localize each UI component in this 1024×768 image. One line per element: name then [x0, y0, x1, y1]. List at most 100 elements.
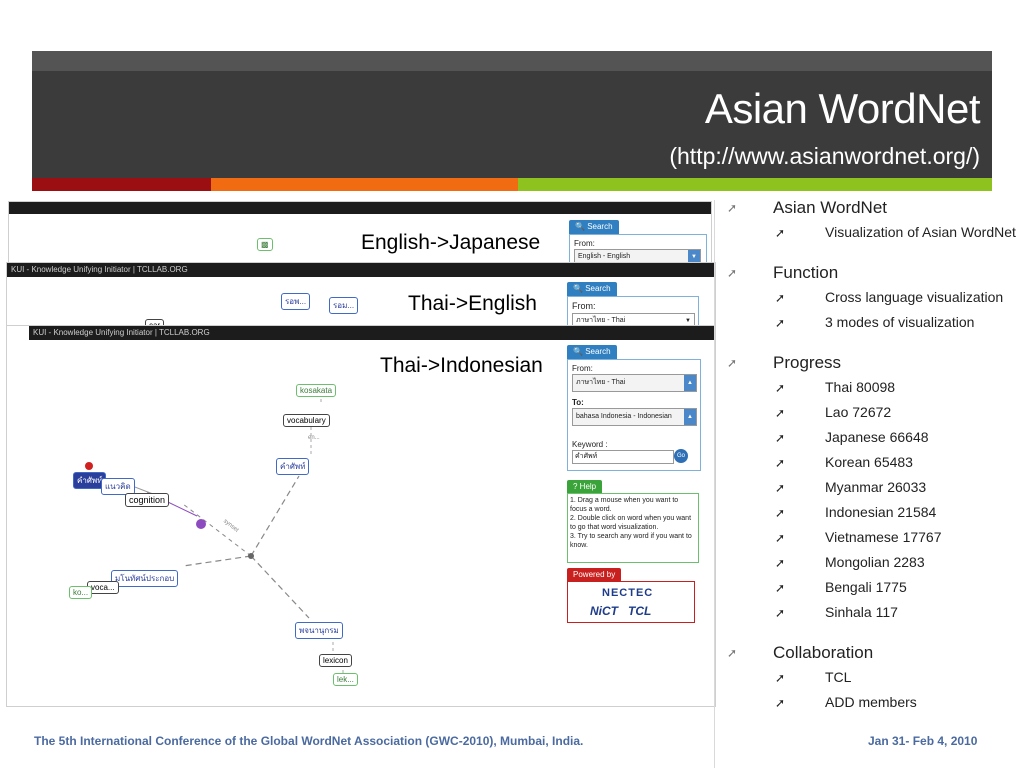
nectec-logo: NECTEC: [602, 587, 654, 599]
search-tab[interactable]: 🔍 Search: [569, 220, 619, 234]
bullet-level2: ➚ Thai 80098: [775, 379, 896, 395]
help-tab[interactable]: ? Help: [567, 480, 603, 494]
nict-logo: NiCT: [590, 604, 618, 618]
arrow-bullet-icon: ➚: [775, 456, 786, 470]
graph-node[interactable]: คำศัพท์: [276, 458, 310, 475]
bullet-level2: ➚ Myanmar 26033: [775, 479, 927, 495]
bullet-level2: ➚ ADD members: [775, 694, 917, 710]
help-line: 1. Drag a mouse when you want to focus a…: [570, 497, 679, 513]
arrow-bullet-icon: ➚: [775, 506, 786, 520]
arrow-bullet-icon: ➚: [775, 316, 786, 330]
arrow-bullet-icon: ➚: [775, 556, 786, 570]
graph-node[interactable]: รอพ...: [281, 293, 311, 310]
bullet-level2: ➚ Indonesian 21584: [775, 504, 937, 520]
bullet-level2: ➚ Mongolian 2283: [775, 554, 925, 570]
from-select[interactable]: ภาษาไทย - Thai ▲ ▼: [572, 374, 697, 402]
bullet-level2: ➚ Japanese 66648: [775, 429, 929, 445]
powered-by-tab: Powered by: [567, 568, 622, 582]
arrow-bullet-icon: ➚: [727, 201, 738, 215]
screenshot-thai-indonesian: KUI - Knowledge Unifying Initiator | TCL…: [6, 325, 716, 707]
powered-by-panel: NECTEC NiCT TCL: [567, 581, 695, 623]
from-select-value: English - English: [578, 253, 631, 260]
from-label: From:: [574, 239, 595, 248]
slide-subtitle: (http://www.asianwordnet.org/): [669, 143, 980, 169]
bullet-level1: ➚ Function: [727, 263, 839, 282]
arrow-bullet-icon: ➚: [775, 381, 786, 395]
search-tab[interactable]: 🔍 Search: [567, 345, 617, 359]
arrow-bullet-icon: ➚: [775, 531, 786, 545]
accent-bar-orange: [211, 178, 518, 191]
arrow-bullet-icon: ➚: [775, 606, 786, 620]
help-panel: 1. Drag a mouse when you want to focus a…: [567, 493, 699, 563]
slide-header: Asian WordNet (http://www.asianwordnet.o…: [32, 71, 992, 178]
arrow-bullet-icon: ➚: [775, 406, 786, 420]
arrow-bullet-icon: ➚: [775, 431, 786, 445]
graph-node[interactable]: มโนทัศน์ประกอบ: [111, 570, 179, 587]
screenshot-label-thai-indonesian: Thai->Indonesian: [380, 354, 543, 378]
search-panel: From: ภาษาไทย - Thai ▲ ▼ To: bahasa Indon…: [567, 359, 701, 471]
bullet-group: ➚ Function ➚ Cross language visualization …: [725, 263, 1024, 331]
screenshot-titlebar: [9, 202, 711, 214]
arrow-bullet-icon: ➚: [775, 696, 786, 710]
bullet-level2: ➚ 3 modes of visualization: [775, 314, 975, 330]
screenshot-thai-english: KUI - Knowledge Unifying Initiator | TCL…: [6, 262, 716, 334]
graph-node-icon: ▩: [257, 238, 273, 251]
accent-bar-green: [518, 178, 992, 191]
bullet-level1: ➚ Collaboration: [727, 643, 874, 662]
bullet-level2: ➚ Visualization of Asian WordNet: [775, 224, 1016, 240]
from-label: From:: [572, 364, 593, 373]
slide-title: Asian WordNet: [704, 85, 981, 132]
bullet-level2: ➚ Sinhala 117: [775, 604, 898, 620]
go-button[interactable]: Go: [674, 449, 688, 463]
bullet-group: ➚ Collaboration ➚ TCL ➚ ADD members: [725, 643, 1024, 711]
bullet-group: ➚ Progress ➚ Thai 80098 ➚ Lao 72672 ➚ Japane…: [725, 353, 1024, 621]
to-select-value: bahasa Indonesia - Indonesian: [576, 413, 672, 420]
from-select-value: ภาษาไทย - Thai: [576, 379, 626, 386]
bullet-level1: ➚ Asian WordNet: [727, 198, 888, 217]
graph-node[interactable]: vocabulary: [283, 414, 330, 427]
graph-node[interactable]: cognition: [125, 493, 170, 507]
to-label: To:: [572, 398, 584, 407]
bullet-list: ➚ Asian WordNet ➚ Visualization of Asian W…: [725, 198, 1024, 733]
arrow-bullet-icon: ➚: [727, 266, 738, 280]
dropdown-arrow-icon: ▲ ▼: [684, 409, 696, 436]
screenshot-titlebar: KUI - Knowledge Unifying Initiator | TCL…: [7, 263, 715, 277]
bullet-group: ➚ Asian WordNet ➚ Visualization of Asian W…: [725, 198, 1024, 241]
to-select[interactable]: bahasa Indonesia - Indonesian ▲ ▼: [572, 408, 697, 436]
bullet-level1: ➚ Progress: [727, 353, 842, 372]
search-panel: From: English - English ▼: [569, 234, 707, 262]
arrow-bullet-icon: ➚: [775, 481, 786, 495]
accent-bar-red: [32, 178, 211, 191]
graph-node[interactable]: kosakata: [296, 384, 337, 397]
arrow-bullet-icon: ➚: [775, 581, 786, 595]
bullet-level2: ➚ Vietnamese 17767: [775, 529, 942, 545]
bullet-level2: ➚ Korean 65483: [775, 454, 913, 470]
help-line: 2. Double click on word when you want to…: [570, 515, 692, 531]
bullet-level2: ➚ TCL: [775, 669, 852, 685]
screenshot-label-thai-english: Thai->English: [408, 292, 537, 316]
arrow-bullet-icon: ➚: [727, 356, 738, 370]
graph-node[interactable]: พจนานุกรม: [295, 622, 343, 639]
arrow-bullet-icon: ➚: [775, 226, 786, 240]
arrow-bullet-icon: ➚: [775, 291, 786, 305]
column-divider: [714, 200, 715, 768]
graph-edge-label: en...: [308, 435, 320, 441]
header-top-band: [32, 51, 992, 71]
tcl-logo: TCL: [628, 604, 652, 618]
keyword-label: Keyword :: [572, 440, 608, 449]
footer-conference: The 5th International Conference of the …: [34, 734, 584, 748]
graph-node[interactable]: รอม...: [329, 297, 359, 314]
from-select[interactable]: English - English ▼: [574, 249, 701, 262]
bullet-level2: ➚ Bengali 1775: [775, 579, 907, 595]
bullet-level2: ➚ Lao 72672: [775, 404, 892, 420]
graph-node[interactable]: lek...: [333, 673, 358, 686]
arrow-bullet-icon: ➚: [775, 671, 786, 685]
dropdown-arrow-icon: ▲ ▼: [684, 375, 696, 402]
help-line: 3. Try to search any word if you want to…: [570, 533, 692, 549]
graph-node[interactable]: ko...: [69, 586, 93, 599]
screenshot-english-japanese: ▩ 🔍 Search From: English - English ▼: [8, 201, 712, 263]
search-tab[interactable]: 🔍 Search: [567, 282, 617, 296]
keyword-input[interactable]: คำศัพท์: [572, 450, 674, 464]
graph-node[interactable]: lexicon: [319, 654, 352, 667]
footer-date: Jan 31- Feb 4, 2010: [868, 734, 978, 748]
